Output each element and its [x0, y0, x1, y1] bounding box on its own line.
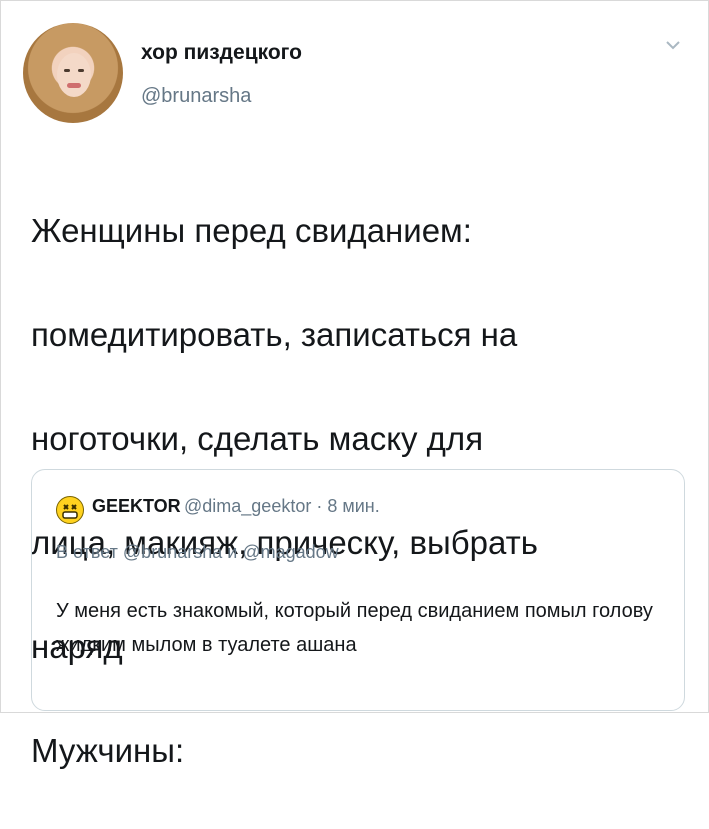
- tweet-card: хор пиздецкого @brunarsha Женщины перед …: [0, 0, 709, 769]
- tweet-text-line: Женщины перед свиданием:: [31, 212, 472, 249]
- reply-mention[interactable]: @magadow: [242, 542, 338, 562]
- quoted-text: У меня есть знакомый, который перед свид…: [56, 600, 653, 656]
- reply-prefix: В ответ: [56, 542, 118, 562]
- avatar-face: [57, 53, 91, 97]
- quoted-display-name[interactable]: GEEKTOR: [92, 496, 181, 517]
- display-name[interactable]: хор пиздецкого: [141, 41, 302, 65]
- quoted-tweet[interactable]: GEEKTOR @dima_geektor · 8 мин. В ответ @…: [31, 469, 685, 711]
- tweet-text-line: помедитировать, записаться на: [31, 316, 518, 353]
- user-avatar[interactable]: [23, 23, 123, 123]
- quoted-meta[interactable]: @dima_geektor · 8 мин.: [184, 496, 380, 517]
- reply-context: В ответ @brunarsha и @magadow: [56, 542, 339, 563]
- tweet-text-line: Мужчины:: [31, 732, 185, 769]
- avatar-eye-right: [78, 69, 84, 72]
- avatar-lips: [67, 83, 81, 88]
- reply-and: и: [227, 542, 238, 562]
- chevron-down-icon[interactable]: [665, 39, 681, 51]
- tweet-text-line: ноготочки, сделать маску для: [31, 420, 484, 457]
- user-handle[interactable]: @brunarsha: [141, 85, 251, 108]
- reply-mention[interactable]: @brunarsha: [123, 542, 222, 562]
- avatar-eye-left: [64, 69, 70, 72]
- emoji-avatar-icon[interactable]: [56, 496, 84, 524]
